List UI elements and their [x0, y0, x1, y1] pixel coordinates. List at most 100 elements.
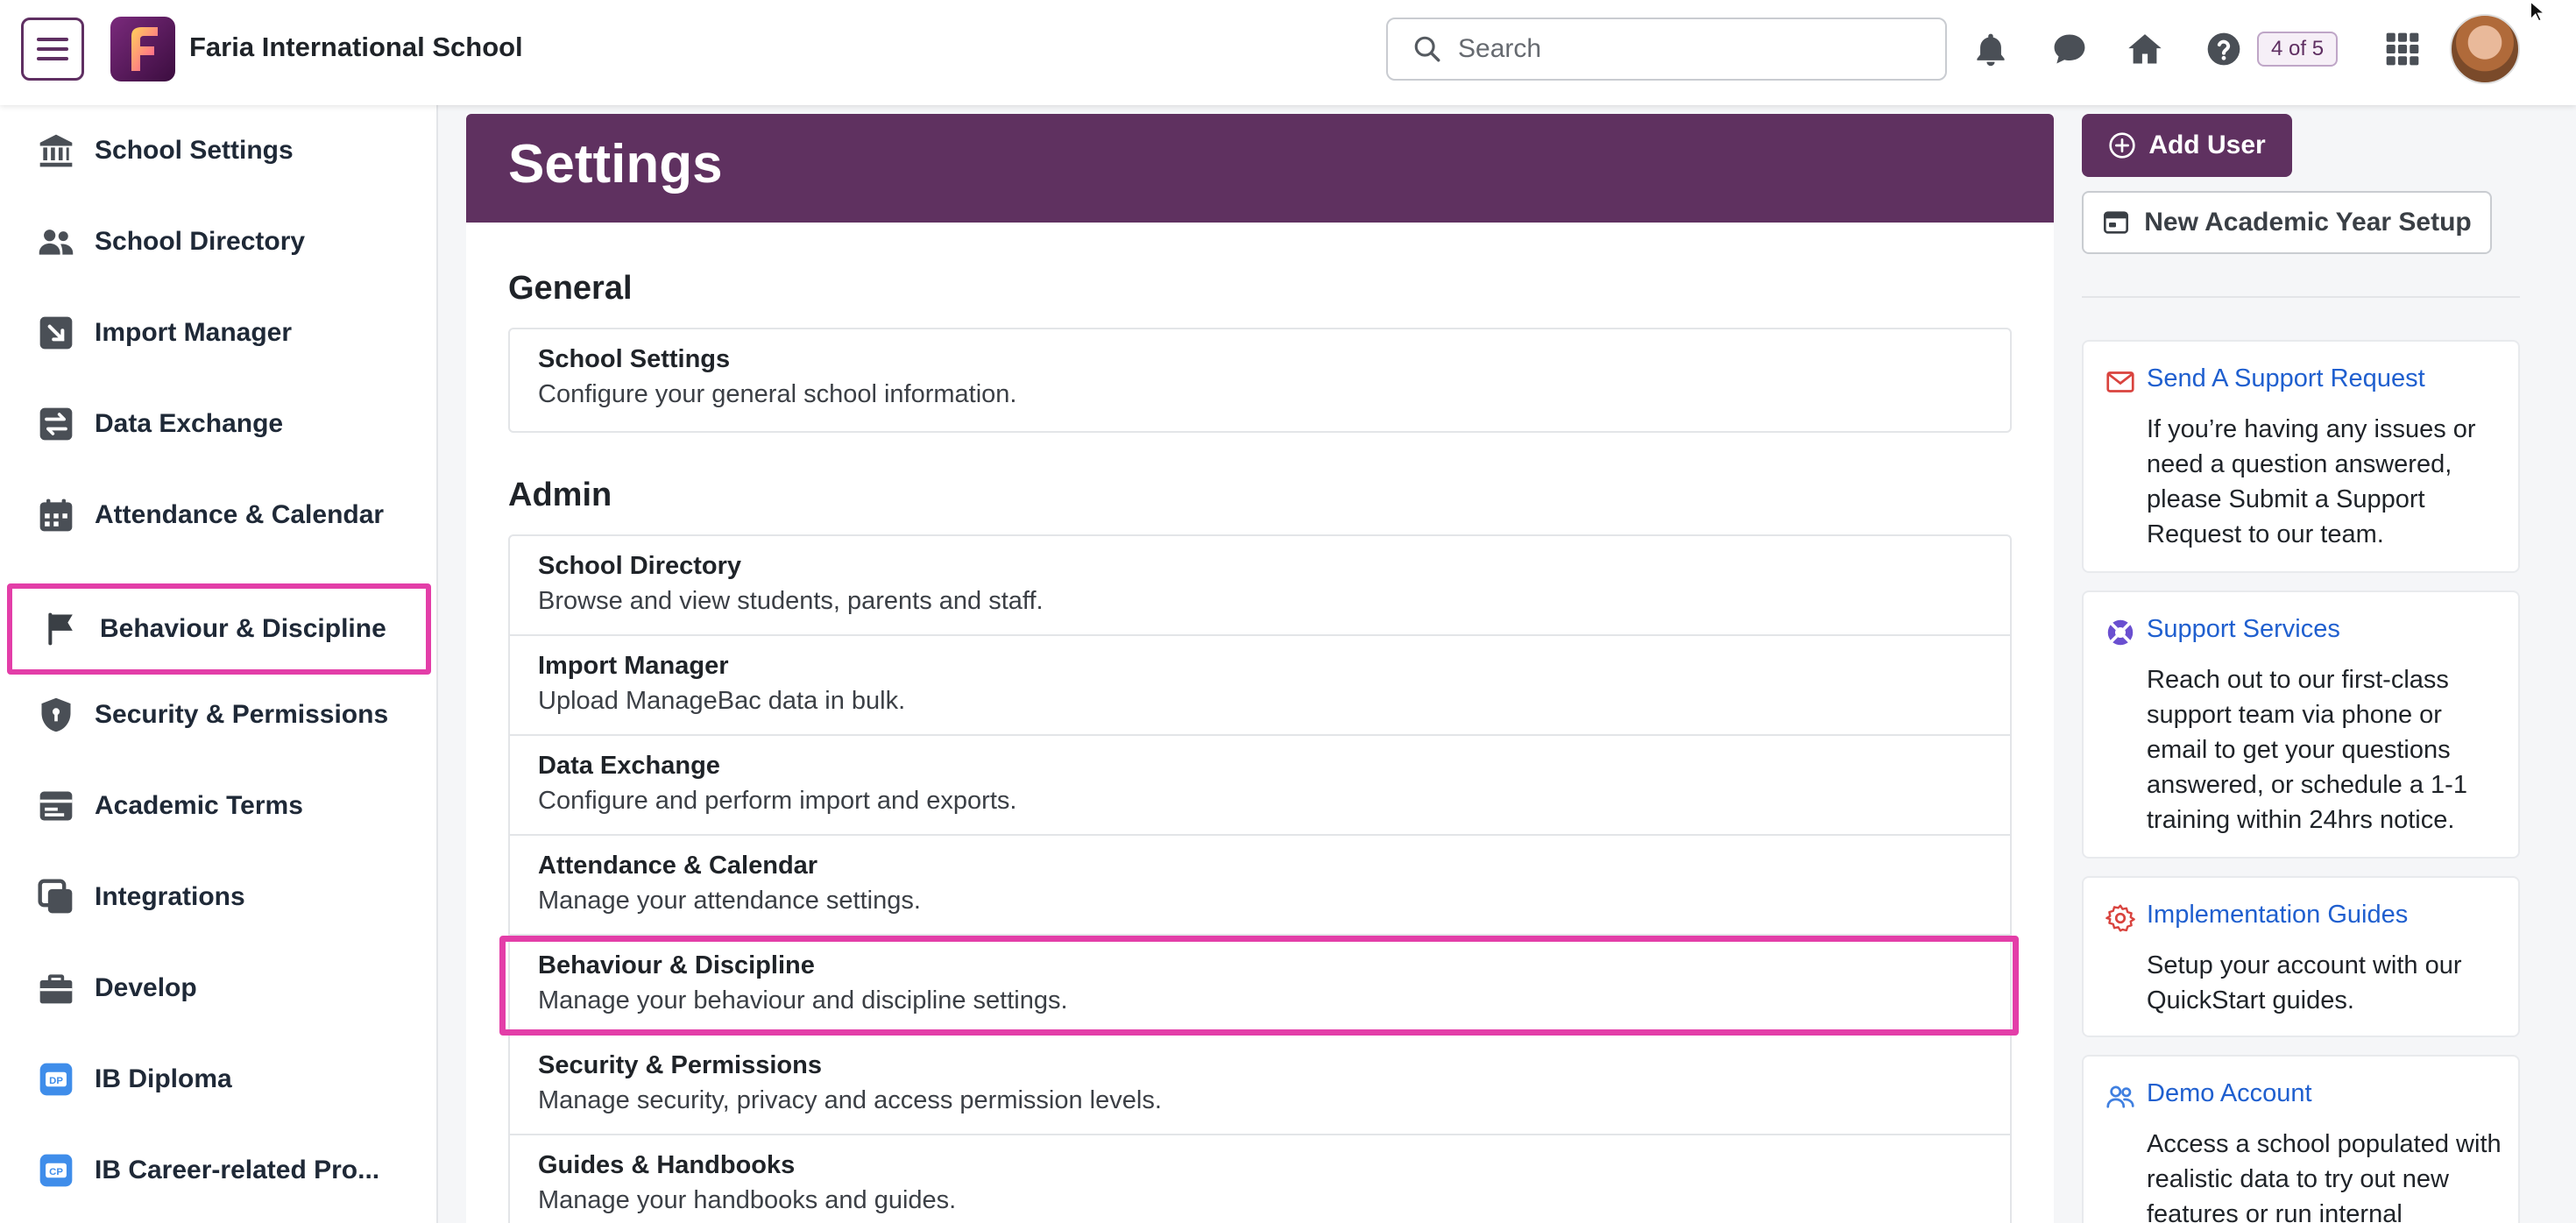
hamburger-menu-button[interactable]: [21, 18, 84, 81]
flag-icon: [48, 612, 73, 646]
svg-text:DP: DP: [49, 1076, 63, 1086]
home-icon[interactable]: [2126, 30, 2164, 68]
top-bar: Faria International School 4 of 5: [0, 0, 2576, 105]
sidebar-item-school-settings[interactable]: School Settings: [0, 105, 438, 196]
sidebar-item-label: Data Exchange: [95, 409, 284, 438]
support-card-demo-account: Demo Account Access a school populated w…: [2082, 1055, 2520, 1223]
envelope-icon: [2106, 371, 2134, 392]
bank-icon: [39, 134, 73, 167]
card-description: Configure and perform import and exports…: [538, 787, 1017, 815]
sidebar-item-develop[interactable]: Develop: [0, 943, 438, 1034]
sidebar-item-academic-terms[interactable]: Academic Terms: [0, 760, 438, 852]
shield-icon: [41, 697, 71, 732]
send-support-request-link[interactable]: Send A Support Request: [2147, 364, 2425, 393]
support-card-description: Setup your account with our QuickStart g…: [2147, 951, 2462, 1014]
people-outline-icon: [2106, 1085, 2134, 1108]
section-title-admin: Admin: [508, 477, 612, 513]
settings-card-data-exchange[interactable]: Data Exchange Configure and perform impo…: [510, 736, 2010, 836]
sidebar-item-label: IB Diploma: [95, 1064, 232, 1093]
sidebar-item-data-exchange[interactable]: Data Exchange: [0, 378, 438, 470]
import-arrow-icon: [39, 316, 73, 350]
support-card-services: Support Services Reach out to our first-…: [2082, 590, 2520, 859]
sidebar-item-label: Integrations: [95, 882, 245, 911]
sidebar-item-behaviour-discipline[interactable]: Behaviour & Discipline: [7, 583, 431, 675]
sidebar-item-label: IB Career-related Pro...: [95, 1156, 380, 1184]
user-avatar[interactable]: [2450, 14, 2520, 84]
card-title: Import Manager: [538, 652, 729, 680]
sidebar-item-label: Develop: [95, 973, 197, 1002]
page-title: Settings: [508, 134, 723, 194]
card-description: Browse and view students, parents and st…: [538, 587, 1044, 615]
briefcase-icon: [39, 974, 73, 1004]
sidebar-item-ib-diploma[interactable]: DP IB Diploma: [0, 1034, 438, 1125]
sidebar-item-label: Behaviour & Discipline: [100, 614, 386, 643]
card-title: Data Exchange: [538, 752, 720, 780]
new-academic-year-setup-button[interactable]: New Academic Year Setup: [2082, 191, 2492, 254]
search-box[interactable]: [1386, 18, 1947, 81]
sidebar-item-label: Security & Permissions: [95, 700, 389, 729]
people-icon: [39, 230, 74, 255]
settings-card-security-permissions[interactable]: Security & Permissions Manage security, …: [510, 1036, 2010, 1135]
card-description: Upload ManageBac data in bulk.: [538, 687, 906, 715]
support-card-description: Reach out to our first-class support tea…: [2147, 666, 2467, 834]
ib-cp-icon: CP: [39, 1154, 73, 1187]
school-logo[interactable]: [110, 17, 175, 81]
settings-card-school-settings[interactable]: School Settings Configure your general s…: [510, 329, 2010, 431]
sidebar-item-attendance-calendar[interactable]: Attendance & Calendar: [0, 470, 438, 561]
card-description: Manage your behaviour and discipline set…: [538, 986, 1068, 1014]
sidebar-item-school-directory[interactable]: School Directory: [0, 196, 438, 287]
card-title: Guides & Handbooks: [538, 1151, 796, 1179]
implementation-guides-link[interactable]: Implementation Guides: [2147, 901, 2408, 930]
menu-icon: [37, 38, 68, 60]
svg-text:CP: CP: [49, 1167, 63, 1177]
calendar-window-icon: [2104, 211, 2129, 234]
faria-logo-icon: [131, 27, 158, 71]
mouse-cursor-icon: [2530, 0, 2546, 22]
sidebar-item-integrations[interactable]: Integrations: [0, 852, 438, 943]
add-user-button[interactable]: Add User: [2082, 114, 2292, 177]
school-name[interactable]: Faria International School: [189, 32, 523, 63]
demo-account-link[interactable]: Demo Account: [2147, 1079, 2312, 1108]
bell-icon[interactable]: [1971, 30, 2010, 68]
section-title-general: General: [508, 270, 633, 307]
settings-card-school-directory[interactable]: School Directory Browse and view student…: [510, 536, 2010, 636]
card-title: Security & Permissions: [538, 1051, 822, 1079]
settings-card-behaviour-discipline[interactable]: Behaviour & Discipline Manage your behav…: [510, 936, 2010, 1036]
right-column: Add User New Academic Year Setup Send A …: [2082, 114, 2520, 1223]
card-title: School Directory: [538, 552, 742, 580]
calendar-icon: [39, 498, 73, 532]
sidebar-item-security-permissions[interactable]: Security & Permissions: [0, 669, 438, 760]
sidebar-item-import-manager[interactable]: Import Manager: [0, 287, 438, 378]
support-card-description: Access a school populated with realistic…: [2147, 1130, 2502, 1223]
support-services-link[interactable]: Support Services: [2147, 615, 2340, 644]
integrations-icon: [38, 879, 73, 914]
card-title: School Settings: [538, 345, 731, 373]
chat-icon[interactable]: [2050, 30, 2089, 68]
sidebar-item-label: School Directory: [95, 227, 306, 256]
general-settings-list: School Settings Configure your general s…: [508, 328, 2012, 433]
settings-card-import-manager[interactable]: Import Manager Upload ManageBac data in …: [510, 636, 2010, 736]
exchange-icon: [39, 407, 73, 441]
search-input[interactable]: [1458, 34, 1914, 64]
tour-progress-badge[interactable]: 4 of 5: [2257, 32, 2339, 67]
card-title: Attendance & Calendar: [538, 852, 818, 880]
support-card-description: If you’re having any issues or need a qu…: [2147, 415, 2476, 548]
sidebar-item-label: School Settings: [95, 136, 294, 165]
card-title: Behaviour & Discipline: [538, 951, 815, 979]
sidebar-item-ib-career-related[interactable]: CP IB Career-related Pro...: [0, 1125, 438, 1216]
card-description: Configure your general school informatio…: [538, 380, 1017, 408]
right-divider: [2082, 296, 2520, 298]
settings-card-guides-handbooks[interactable]: Guides & Handbooks Manage your handbooks…: [510, 1135, 2010, 1223]
plus-circle-icon: [2109, 132, 2135, 159]
apps-grid-icon[interactable]: [2383, 30, 2422, 68]
ib-dp-icon: DP: [39, 1063, 73, 1096]
terms-icon: [39, 791, 73, 821]
settings-card-attendance-calendar[interactable]: Attendance & Calendar Manage your attend…: [510, 836, 2010, 936]
help-icon[interactable]: [2204, 30, 2243, 68]
search-icon: [1414, 36, 1440, 62]
settings-main-panel: Settings General School Settings Configu…: [466, 114, 2054, 1223]
sidebar-item-label: Attendance & Calendar: [95, 500, 385, 529]
card-description: Manage security, privacy and access perm…: [538, 1086, 1162, 1114]
support-card-send-request: Send A Support Request If you’re having …: [2082, 340, 2520, 573]
sidebar-item-label: Import Manager: [95, 318, 293, 347]
